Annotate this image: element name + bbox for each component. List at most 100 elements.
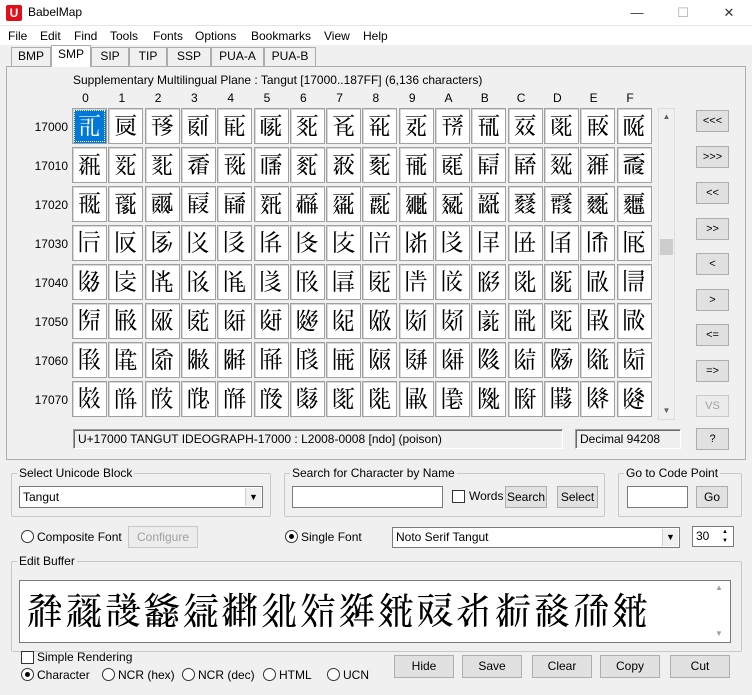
- copy-button[interactable]: Copy: [600, 655, 660, 678]
- scroll-down-icon[interactable]: ▼: [715, 629, 723, 638]
- character-cell[interactable]: 𗀑: [108, 147, 144, 183]
- search-input[interactable]: [292, 486, 443, 508]
- character-cell[interactable]: 𗁑: [108, 303, 144, 339]
- menu-fonts[interactable]: Fonts: [153, 29, 183, 43]
- character-cell[interactable]: 𗀽: [543, 225, 579, 261]
- words-checkbox[interactable]: [452, 490, 465, 503]
- variation-selector-button[interactable]: VS: [696, 395, 729, 417]
- menu-view[interactable]: View: [324, 29, 350, 43]
- character-cell[interactable]: 𗁊: [435, 264, 470, 300]
- character-cell[interactable]: 𗁃: [180, 264, 216, 300]
- character-cell[interactable]: 𗀈: [362, 108, 398, 144]
- character-cell[interactable]: 𗁄: [217, 264, 253, 300]
- cut-button[interactable]: Cut: [670, 655, 730, 678]
- menu-find[interactable]: Find: [74, 29, 97, 43]
- scroll-up-icon[interactable]: ▲: [715, 583, 723, 592]
- character-cell[interactable]: 𗁼: [507, 381, 543, 417]
- character-cell[interactable]: 𗁆: [289, 264, 325, 300]
- character-cell[interactable]: 𗁇: [326, 264, 362, 300]
- unicode-block-select[interactable]: Tangut ▼: [19, 486, 263, 508]
- character-cell[interactable]: 𗀦: [289, 186, 325, 222]
- character-cell[interactable]: 𗁸: [362, 381, 398, 417]
- character-cell[interactable]: 𗁈: [362, 264, 398, 300]
- character-cell[interactable]: 𗁿: [616, 381, 652, 417]
- character-cell[interactable]: 𗀢: [144, 186, 180, 222]
- character-cell[interactable]: 𗀹: [398, 225, 434, 261]
- composite-font-radio[interactable]: [21, 530, 34, 543]
- character-cell[interactable]: 𗁖: [289, 303, 325, 339]
- menu-file[interactable]: File: [8, 29, 27, 43]
- character-cell[interactable]: 𗁳: [180, 381, 216, 417]
- scroll-down-icon[interactable]: ▼: [659, 403, 674, 419]
- character-cell[interactable]: 𗁋: [471, 264, 507, 300]
- last-page-button[interactable]: >>>: [696, 146, 729, 168]
- minimize-button[interactable]: —: [614, 0, 660, 26]
- character-cell[interactable]: 𗁣: [180, 342, 216, 378]
- character-cell[interactable]: 𗀛: [471, 147, 507, 183]
- character-cell[interactable]: 𗀖: [289, 147, 325, 183]
- character-cell[interactable]: 𗁍: [543, 264, 579, 300]
- character-cell[interactable]: 𗁷: [326, 381, 362, 417]
- character-cell[interactable]: 𗀜: [507, 147, 543, 183]
- character-cell[interactable]: 𗁘: [362, 303, 398, 339]
- character-cell[interactable]: 𗀧: [326, 186, 362, 222]
- menu-help[interactable]: Help: [363, 29, 388, 43]
- character-cell[interactable]: 𗀘: [362, 147, 398, 183]
- clear-button[interactable]: Clear: [532, 655, 592, 678]
- character-cell[interactable]: 𗀊: [435, 108, 470, 144]
- character-cell[interactable]: 𗀫: [471, 186, 507, 222]
- character-cell[interactable]: 𗀂: [144, 108, 180, 144]
- character-cell[interactable]: 𗀲: [144, 225, 180, 261]
- character-cell[interactable]: 𗁦: [289, 342, 325, 378]
- character-cell[interactable]: 𗀮: [580, 186, 616, 222]
- character-cell[interactable]: 𗀅: [253, 108, 289, 144]
- menu-edit[interactable]: Edit: [40, 29, 61, 43]
- character-cell[interactable]: 𗀸: [362, 225, 398, 261]
- maximize-button[interactable]: ☐: [660, 0, 706, 26]
- character-cell[interactable]: 𗀌: [507, 108, 543, 144]
- character-cell[interactable]: 𗀤: [217, 186, 253, 222]
- format-ucn-radio[interactable]: [327, 668, 340, 681]
- previous-block-button[interactable]: <<: [696, 182, 729, 204]
- character-cell[interactable]: 𗁅: [253, 264, 289, 300]
- character-cell[interactable]: 𗀗: [326, 147, 362, 183]
- character-cell[interactable]: 𗁯: [616, 342, 652, 378]
- character-cell[interactable]: 𗀒: [144, 147, 180, 183]
- scroll-up-icon[interactable]: ▲: [659, 109, 674, 125]
- character-cell[interactable]: 𗁛: [471, 303, 507, 339]
- character-cell[interactable]: 𗀋: [471, 108, 507, 144]
- character-cell[interactable]: 𗀴: [217, 225, 253, 261]
- character-cell[interactable]: 𗁴: [217, 381, 253, 417]
- code-point-input[interactable]: [627, 486, 688, 508]
- character-cell[interactable]: 𗀁: [108, 108, 144, 144]
- character-cell[interactable]: 𗁧: [326, 342, 362, 378]
- character-cell[interactable]: 𗁉: [398, 264, 434, 300]
- chevron-down-icon[interactable]: ▼: [245, 488, 261, 506]
- character-cell[interactable]: 𗀪: [435, 186, 470, 222]
- help-button[interactable]: ?: [696, 428, 729, 450]
- character-cell[interactable]: 𗀰: [72, 225, 107, 261]
- scroll-thumb[interactable]: [660, 239, 673, 255]
- character-cell[interactable]: 𗁥: [253, 342, 289, 378]
- character-cell[interactable]: 𗀐: [72, 147, 107, 183]
- character-cell[interactable]: 𗀍: [543, 108, 579, 144]
- edit-buffer-scrollbar[interactable]: ▲ ▼: [712, 581, 729, 642]
- character-cell[interactable]: 𗀄: [217, 108, 253, 144]
- tab-pua-a[interactable]: PUA-A: [211, 47, 264, 66]
- format-character-radio[interactable]: [21, 668, 34, 681]
- character-cell[interactable]: 𗀼: [507, 225, 543, 261]
- spin-up-icon[interactable]: ▲: [718, 528, 732, 537]
- character-cell[interactable]: 𗁵: [253, 381, 289, 417]
- character-cell[interactable]: 𗁀: [72, 264, 107, 300]
- character-cell[interactable]: 𗁾: [580, 381, 616, 417]
- menu-tools[interactable]: Tools: [110, 29, 138, 43]
- character-cell[interactable]: 𗁂: [144, 264, 180, 300]
- character-cell[interactable]: 𗁜: [507, 303, 543, 339]
- character-cell[interactable]: 𗀇: [326, 108, 362, 144]
- character-cell[interactable]: 𗀞: [580, 147, 616, 183]
- character-cell[interactable]: 𗀚: [435, 147, 470, 183]
- tab-pua-b[interactable]: PUA-B: [264, 47, 316, 66]
- character-cell[interactable]: 𗁬: [507, 342, 543, 378]
- tab-tip[interactable]: TIP: [129, 47, 167, 66]
- character-cell[interactable]: 𗀿: [616, 225, 652, 261]
